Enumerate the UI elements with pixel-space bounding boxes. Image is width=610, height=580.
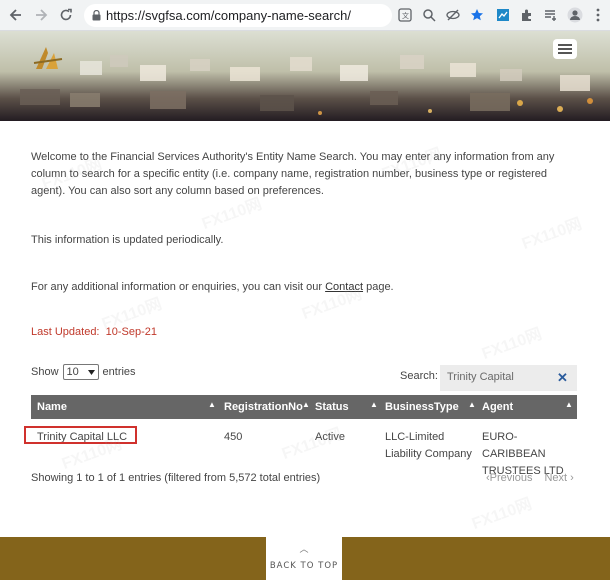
- menu-icon: [558, 44, 572, 54]
- sort-icon[interactable]: ▲: [302, 400, 310, 409]
- puzzle-icon[interactable]: [518, 6, 536, 24]
- column-header-name[interactable]: Name: [37, 401, 67, 413]
- entries-label: entries: [102, 366, 136, 378]
- agent-line-1: EURO-CARIBBEAN: [482, 431, 546, 460]
- eye-off-icon[interactable]: [444, 6, 462, 24]
- table-header: Name ▲ RegistrationNo ▲ Status ▲ Busines…: [31, 395, 577, 419]
- cell-status: Active: [315, 431, 345, 443]
- next-icon: ›: [570, 472, 574, 484]
- sort-icon[interactable]: ▲: [565, 400, 573, 409]
- update-note: This information is updated periodically…: [31, 234, 224, 246]
- search-value: Trinity Capital: [447, 371, 514, 383]
- hero-banner: [0, 31, 610, 121]
- back-icon[interactable]: [6, 5, 26, 25]
- highlight-box: [24, 426, 137, 444]
- fsa-logo[interactable]: [32, 41, 64, 73]
- address-bar[interactable]: https://svgfsa.com/company-name-search/: [84, 4, 392, 27]
- sort-icon[interactable]: ▲: [370, 400, 378, 409]
- extension-icon[interactable]: [494, 6, 512, 24]
- browser-toolbar: https://svgfsa.com/company-name-search/ …: [0, 0, 610, 31]
- city-skyline-image: [0, 31, 610, 121]
- reading-list-icon[interactable]: [542, 6, 560, 24]
- pagination: ‹Previous Next ›: [486, 472, 574, 484]
- watermark: FX110网: [469, 495, 535, 533]
- forward-icon[interactable]: [31, 5, 51, 25]
- last-updated-date: 10-Sep-21: [105, 326, 157, 338]
- url-text: https://svgfsa.com/company-name-search/: [106, 8, 351, 23]
- sort-icon[interactable]: ▲: [208, 400, 216, 409]
- show-label: Show: [31, 366, 59, 378]
- back-to-top-button[interactable]: ︿ BACK TO TOP: [266, 537, 342, 580]
- translate-icon[interactable]: 文: [396, 6, 414, 24]
- svg-text:文: 文: [402, 11, 409, 20]
- chevron-up-icon: ︿: [299, 544, 309, 554]
- cell-business-type: LLC-Limited Liability Company: [385, 429, 472, 463]
- search-input[interactable]: Trinity Capital ✕: [440, 365, 577, 391]
- next-label: Next: [544, 472, 568, 484]
- clear-search-icon[interactable]: ✕: [557, 370, 568, 386]
- more-menu-icon[interactable]: [589, 6, 607, 24]
- column-header-status[interactable]: Status: [315, 401, 349, 413]
- profile-avatar-icon[interactable]: [566, 6, 584, 24]
- back-to-top-label: BACK TO TOP: [269, 561, 339, 571]
- column-header-business-type[interactable]: BusinessType: [385, 401, 459, 413]
- chevron-down-icon: [87, 369, 95, 375]
- last-updated: Last Updated: 10-Sep-21: [31, 326, 157, 338]
- business-type-line-2: Liability Company: [385, 448, 472, 460]
- business-type-line-1: LLC-Limited: [385, 431, 445, 443]
- enquiries-suffix: page.: [363, 281, 394, 293]
- lock-icon: [92, 10, 101, 21]
- hamburger-menu-button[interactable]: [553, 39, 577, 59]
- page-length-control: Show 10 entries: [31, 364, 136, 380]
- intro-paragraph: Welcome to the Financial Services Author…: [31, 151, 555, 197]
- sort-icon[interactable]: ▲: [468, 400, 476, 409]
- page-length-value: 10: [66, 366, 79, 378]
- table-info: Showing 1 to 1 of 1 entries (filtered fr…: [31, 472, 321, 484]
- previous-label: Previous: [489, 472, 533, 484]
- previous-button[interactable]: ‹Previous: [486, 472, 532, 484]
- cell-registration-no: 450: [224, 431, 243, 443]
- page-length-select[interactable]: 10: [62, 364, 99, 380]
- contact-link[interactable]: Contact: [325, 281, 363, 293]
- enquiries-prefix: For any additional information or enquir…: [31, 281, 326, 293]
- search-label: Search:: [400, 370, 438, 382]
- bookmark-star-icon[interactable]: [468, 6, 486, 24]
- column-header-agent[interactable]: Agent: [482, 401, 513, 413]
- column-header-registration[interactable]: RegistrationNo: [224, 401, 303, 413]
- last-updated-label: Last Updated:: [31, 326, 100, 338]
- zoom-icon[interactable]: [420, 6, 438, 24]
- next-button[interactable]: Next ›: [544, 472, 573, 484]
- reload-icon[interactable]: [56, 5, 76, 25]
- enquiries-text: For any additional information or enquir…: [31, 279, 561, 296]
- watermark: FX110网: [479, 325, 545, 363]
